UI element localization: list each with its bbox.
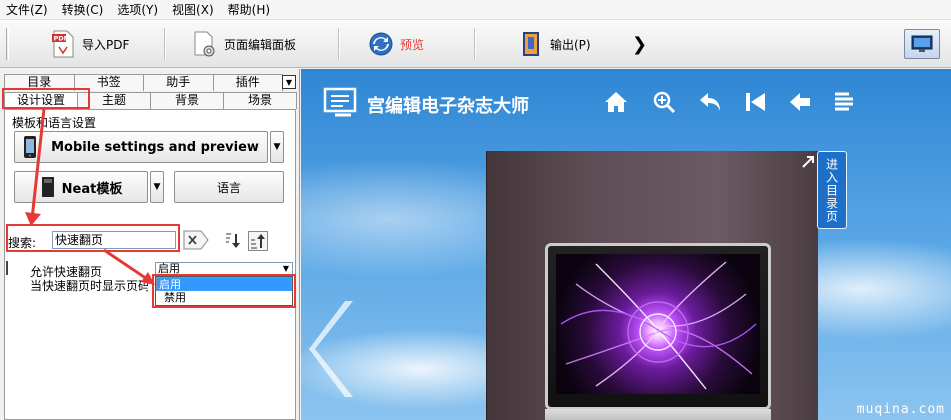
- preview-label: 预览: [400, 37, 425, 52]
- menu-list-icon[interactable]: [831, 89, 857, 115]
- preview-button[interactable]: 预览: [368, 26, 424, 62]
- page-gear-icon: [192, 30, 218, 58]
- settings-panel: 目录 书签 助手 插件 ▼ 设计设置 主题 背景 场景 模板和语言设置 Mobi…: [0, 69, 300, 420]
- first-page-icon[interactable]: [743, 89, 769, 115]
- menu-convert[interactable]: 转换(C): [62, 1, 104, 18]
- menu-view[interactable]: 视图(X): [172, 1, 214, 18]
- book-preview: 宫编辑电子杂志大师 进入目录页 muqina.com: [301, 69, 951, 420]
- zoom-in-icon[interactable]: [651, 89, 677, 115]
- import-pdf-button[interactable]: PDF 导入PDF: [50, 26, 129, 62]
- brand-name: 宫编辑电子杂志大师: [367, 96, 529, 117]
- pdf-icon: PDF: [50, 30, 76, 58]
- import-pdf-label: 导入PDF: [82, 37, 130, 52]
- plasma-screen-image: [556, 254, 760, 394]
- monitor-logo-icon: [323, 87, 357, 117]
- page-editor-button[interactable]: 页面编辑面板: [192, 26, 296, 62]
- output-button[interactable]: 输出(P): [518, 26, 591, 62]
- toolbar-separator: [338, 28, 340, 60]
- monitor-image: [545, 243, 771, 410]
- previous-page-icon[interactable]: [787, 89, 813, 115]
- menu-file[interactable]: 文件(Z): [6, 1, 48, 18]
- output-icon: [518, 30, 544, 58]
- refresh-icon: [368, 30, 394, 58]
- page-editor-label: 页面编辑面板: [224, 37, 297, 52]
- enter-toc-tab[interactable]: 进入目录页: [817, 151, 847, 229]
- home-icon[interactable]: [603, 89, 629, 115]
- toolbar-grip[interactable]: [6, 28, 9, 60]
- menu-options[interactable]: 选项(Y): [117, 1, 158, 18]
- watermark-text: muqina.com: [856, 402, 945, 417]
- output-label: 输出(P): [550, 37, 591, 52]
- menu-bar: 文件(Z) 转换(C) 选项(Y) 视图(X) 帮助(H): [0, 0, 951, 20]
- page-corner-icon[interactable]: [801, 155, 815, 169]
- monitor-stand: [545, 409, 771, 420]
- fullscreen-monitor-button[interactable]: [904, 29, 940, 59]
- brand-logo: 宫编辑电子杂志大师: [323, 87, 529, 123]
- toolbar-more-chevron-icon[interactable]: ❯: [632, 26, 647, 62]
- monitor-icon: [911, 35, 933, 52]
- page-prev-arrow-icon[interactable]: [309, 299, 355, 399]
- annotation-arrows: [25, 108, 155, 285]
- back-icon[interactable]: [697, 89, 723, 115]
- toolbar: PDF 导入PDF 页面编辑面板 预览 输出(P) ❯: [0, 20, 951, 68]
- svg-text:PDF: PDF: [54, 35, 69, 43]
- toolbar-separator: [164, 28, 166, 60]
- toolbar-separator: [474, 28, 476, 60]
- menu-help[interactable]: 帮助(H): [228, 1, 270, 18]
